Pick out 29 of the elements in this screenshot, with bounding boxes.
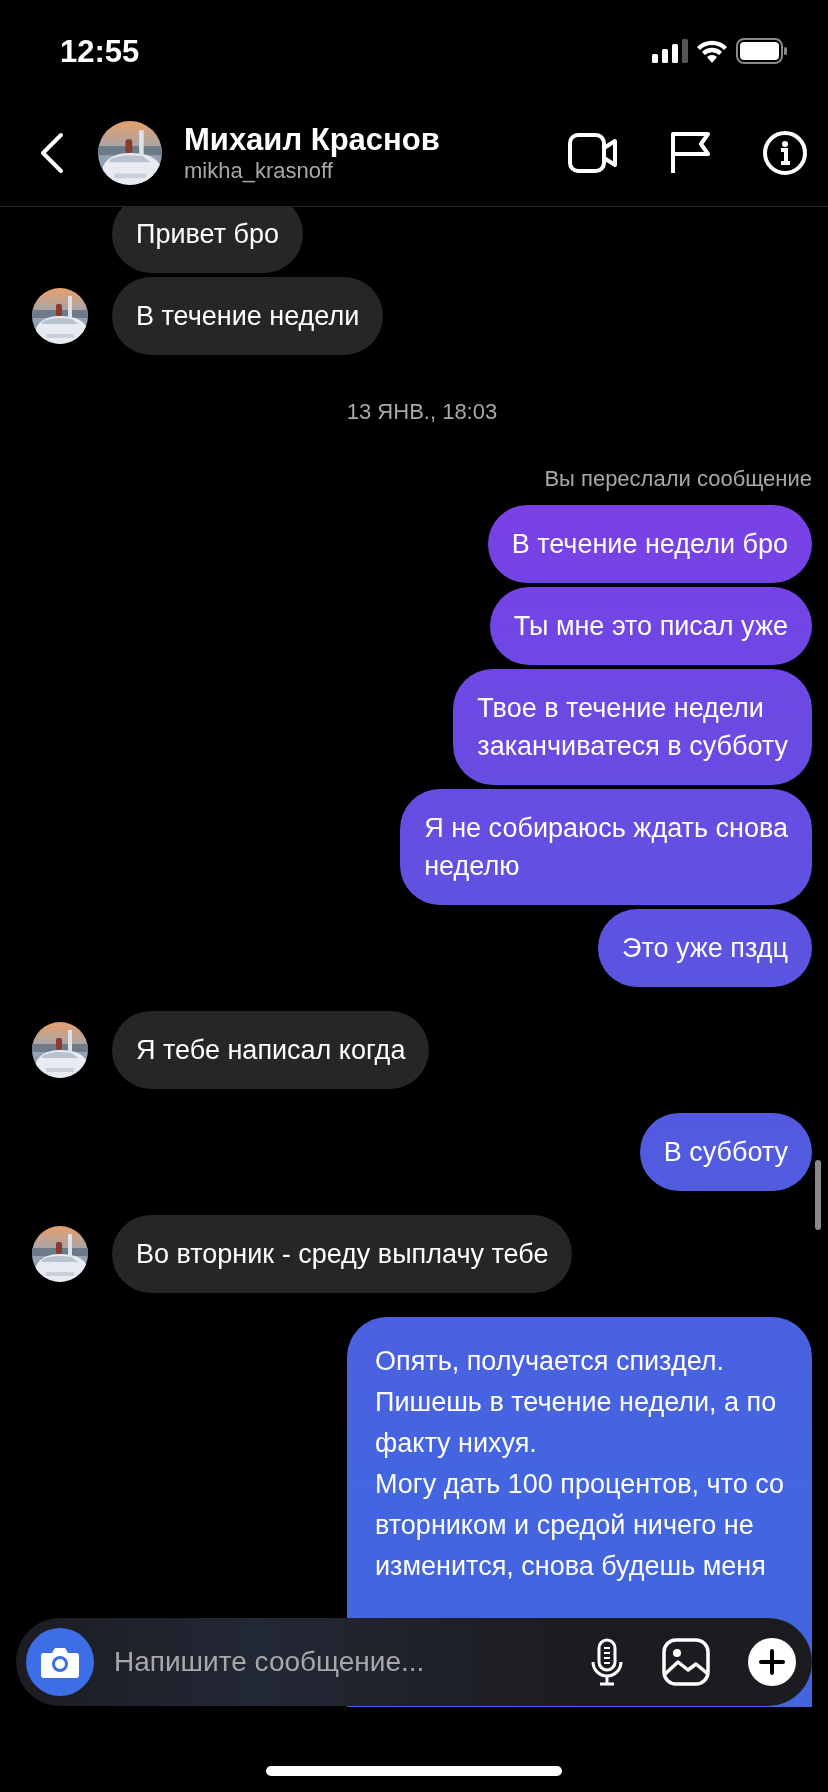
sent-message: В субботу <box>639 1113 812 1191</box>
signal-icon <box>652 39 688 63</box>
camera-button[interactable] <box>26 1628 94 1696</box>
received-message: Привет бро <box>112 207 304 273</box>
message-composer[interactable]: Напишите сообщение... <box>16 1618 812 1706</box>
add-button[interactable] <box>748 1638 796 1686</box>
received-message: Во вторник - среду выплачу тебе <box>112 1215 573 1293</box>
wifi-icon <box>696 39 728 63</box>
sent-message: В течение недели бро <box>487 505 812 583</box>
forwarded-label: Вы переслали сообщение <box>543 465 812 493</box>
video-call-button[interactable] <box>568 133 618 173</box>
sent-message: Ты мне это писал уже <box>489 587 812 665</box>
flag-button[interactable] <box>670 131 710 175</box>
battery-icon <box>736 38 788 64</box>
sent-message: Я не собираюсь ждать снова неделю <box>400 789 812 905</box>
date-separator: 13 ЯНВ., 18:03 <box>345 398 499 426</box>
received-message: В течение недели <box>112 277 384 355</box>
microphone-button[interactable] <box>590 1638 624 1686</box>
contact-username: mikha_krasnoff <box>184 158 334 184</box>
gallery-button[interactable] <box>662 1638 710 1686</box>
info-button[interactable] <box>762 130 808 176</box>
contact-name: Михаил Краснов <box>184 122 441 158</box>
camera-icon <box>40 1645 80 1679</box>
sent-message: Это уже пздц <box>598 909 812 987</box>
sent-message: Твое в течение недели заканчиватеся в субботу <box>453 669 812 785</box>
scrollbar[interactable] <box>815 1160 821 1230</box>
received-message: Я тебе написал когда <box>112 1011 430 1089</box>
status-time: 12:55 <box>60 34 140 70</box>
back-button[interactable] <box>38 132 64 174</box>
